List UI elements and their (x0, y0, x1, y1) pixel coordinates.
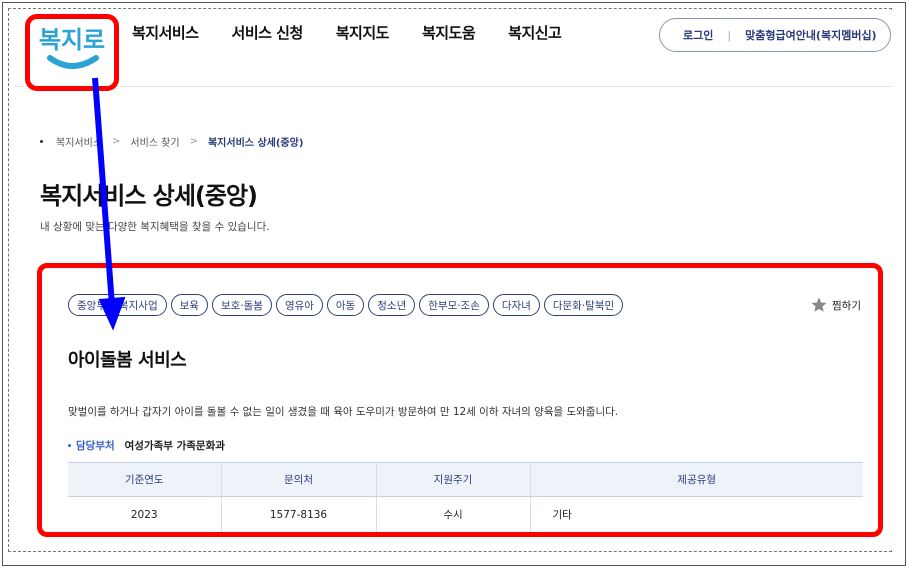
nav-item-welfare-service[interactable]: 복지서비스 (132, 22, 199, 43)
breadcrumb-home-dot (40, 140, 43, 143)
page-title: 복지서비스 상세(중앙) (40, 182, 258, 210)
nav-item-welfare-report[interactable]: 복지신고 (508, 22, 562, 43)
breadcrumb-current: 복지서비스 상세(중앙) (207, 138, 304, 149)
header-separator: | (727, 28, 732, 42)
card-highlight-box (37, 263, 883, 537)
breadcrumb-item[interactable]: 서비스 찾기 (130, 134, 179, 149)
breadcrumb: 복지서비스 > 서비스 찾기 > 복지서비스 상세(중앙) (40, 134, 303, 149)
login-link[interactable]: 로그인 (683, 27, 713, 43)
site-header: 복지로 복지서비스 서비스 신청 복지지도 복지도움 복지신고 로그인 | 맞춤… (14, 10, 892, 88)
header-divider (14, 86, 892, 87)
nav-item-welfare-map[interactable]: 복지지도 (336, 22, 390, 43)
membership-link[interactable]: 맞춤형급여안내(복지멤버십) (745, 27, 877, 43)
page-subtitle: 내 상황에 맞는 다양한 복지혜택을 찾을 수 있습니다. (40, 221, 270, 233)
breadcrumb-item[interactable]: 복지서비스 (56, 134, 102, 149)
chevron-right-icon: > (189, 136, 198, 147)
nav-item-service-apply[interactable]: 서비스 신청 (232, 22, 304, 43)
logo-highlight-box (25, 14, 119, 91)
nav-item-welfare-help[interactable]: 복지도움 (422, 22, 476, 43)
main-nav: 복지서비스 서비스 신청 복지지도 복지도움 복지신고 (132, 22, 594, 43)
chevron-right-icon: > (112, 136, 121, 147)
header-account-box: 로그인 | 맞춤형급여안내(복지멤버십) (659, 18, 891, 52)
